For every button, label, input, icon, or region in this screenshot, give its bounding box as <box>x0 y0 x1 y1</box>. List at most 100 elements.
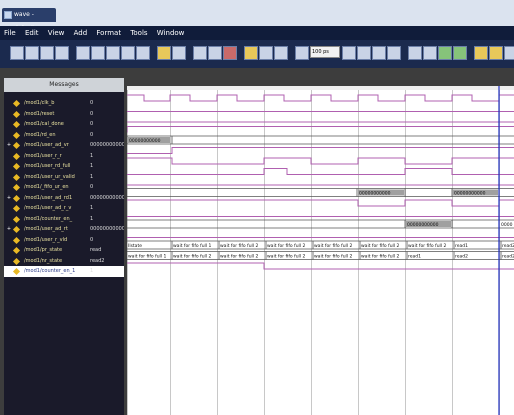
signal-row[interactable]: /mod1/cal_done 0 <box>4 119 124 130</box>
signal-row[interactable]: /mod1/counter_en_ 1 <box>4 214 124 225</box>
signal-value: 00000000000 <box>90 142 124 148</box>
bus-value-label: wait for fifo full 2 <box>220 243 258 249</box>
copy-icon[interactable] <box>91 46 105 60</box>
bus-value-label: wait for fifo full 2 <box>408 243 446 249</box>
restart-icon[interactable] <box>438 46 452 60</box>
wave-display[interactable]: 00000000000 00000000000 00000000000 0000000… <box>127 86 514 415</box>
signal-name: /mod1/user_r_vld <box>24 236 68 243</box>
run-length-field[interactable]: 100 ps <box>310 46 340 58</box>
menu-tools[interactable]: Tools <box>130 29 147 37</box>
run-icon[interactable] <box>342 46 356 60</box>
bus-value-label: wait for fifo full 2 <box>361 243 399 249</box>
signal-row[interactable]: /mod1/rd_en 0 <box>4 130 124 141</box>
menu-add[interactable]: Add <box>74 29 88 37</box>
wave-trace <box>127 157 514 165</box>
signal-name: /mod1/user_ad_rd1 <box>24 194 73 201</box>
wave-icon[interactable] <box>453 46 467 60</box>
edge-prev-icon[interactable] <box>504 46 514 60</box>
signal-name: /mod1/clk_b <box>24 100 55 106</box>
bus-value-label: wait for fifo full 2 <box>314 254 352 260</box>
signal-row[interactable]: /mod1/reset 0 <box>4 109 124 120</box>
open-folder-icon[interactable] <box>25 46 39 60</box>
signal-diamond-icon <box>12 120 21 129</box>
menu-window[interactable]: Window <box>157 29 185 37</box>
compile-icon[interactable] <box>193 46 207 60</box>
paste-icon[interactable] <box>106 46 120 60</box>
signal-row[interactable]: /mod1/_fifo_ur_en 0 <box>4 182 124 193</box>
print-icon[interactable] <box>55 46 69 60</box>
bus-value-label: 00000000000 <box>407 222 439 228</box>
signal-row[interactable]: /mod1/user_rd_full 1 <box>4 161 124 172</box>
stop-icon[interactable] <box>387 46 401 60</box>
menu-format[interactable]: Format <box>96 29 121 37</box>
bus-value-label: 0000 <box>501 222 513 228</box>
signal-row[interactable]: /mod1/counter_en_1 1 <box>4 266 124 277</box>
signal-name: /mod1/counter_en_ <box>24 215 73 222</box>
signal-diamond-icon <box>12 183 21 192</box>
messages-header: Messages <box>4 78 124 92</box>
signal-row[interactable]: /mod1/user_r_vld 0 <box>4 235 124 246</box>
toolbar: 100 ps <box>0 40 514 68</box>
wave-trace <box>127 262 514 270</box>
redo-icon[interactable] <box>136 46 150 60</box>
signal-row[interactable]: /mod1/clk_b 0 <box>4 98 124 109</box>
run-length-icon[interactable] <box>295 46 309 60</box>
bus-value-label: read2 <box>455 254 468 260</box>
signal-row[interactable]: /mod1/nr_state read2 <box>4 256 124 267</box>
bus-value-label: wait for fifo full 2 <box>267 254 305 260</box>
menu-file[interactable]: File <box>4 29 16 37</box>
break-icon[interactable] <box>223 46 237 60</box>
signal-row[interactable]: /mod1/user_ad_r_v 1 <box>4 203 124 214</box>
step-left-icon[interactable] <box>259 46 273 60</box>
select-icon[interactable] <box>172 46 186 60</box>
signal-name: /mod1/user_ad_rt <box>24 226 68 232</box>
signal-row[interactable]: /mod1/user_r_r 1 <box>4 151 124 162</box>
signal-value: read <box>90 247 102 253</box>
step-over-icon[interactable] <box>423 46 437 60</box>
expand-icon[interactable]: + <box>6 140 12 151</box>
step-up-icon[interactable] <box>244 46 258 60</box>
signal-row[interactable]: /mod1/user_ur_valid 1 <box>4 172 124 183</box>
signal-value: 1 <box>90 152 94 159</box>
step-right-icon[interactable] <box>274 46 288 60</box>
undo-icon[interactable] <box>121 46 135 60</box>
cursor-delete-icon[interactable] <box>489 46 503 60</box>
signal-name: /mod1/_fifo_ur_en <box>24 184 69 190</box>
new-file-icon[interactable] <box>10 46 24 60</box>
wave-trace <box>127 199 514 207</box>
signal-name: /mod1/user_rd_full <box>24 163 71 169</box>
save-icon[interactable] <box>40 46 54 60</box>
wave-window: Messages /mod1/clk_b 0/mod1/reset 0/mod1/c… <box>0 68 514 415</box>
signal-name: /mod1/reset <box>24 110 55 117</box>
library-icon[interactable] <box>208 46 222 60</box>
signal-value: 00000000000 <box>90 226 124 232</box>
signal-value: 1 <box>90 215 94 222</box>
signal-row[interactable]: /mod1/pr_state read <box>4 245 124 256</box>
wave-canvas[interactable]: 0000000000000000000000 000000000000000000… <box>127 86 514 415</box>
expand-icon[interactable]: + <box>6 193 12 204</box>
signal-row[interactable]: + /mod1/user_ad_rd1 00000000000 <box>4 193 124 204</box>
run-all-icon[interactable] <box>372 46 386 60</box>
signal-diamond-icon <box>12 173 21 181</box>
menu-view[interactable]: View <box>48 29 65 37</box>
signal-diamond-icon <box>12 257 21 265</box>
bus-value-label: wait for fifo full 2 <box>220 254 258 260</box>
cursor-add-icon[interactable] <box>474 46 488 60</box>
signal-row[interactable]: + /mod1/user_ad_rt 00000000000 <box>4 224 124 235</box>
cut-icon[interactable] <box>76 46 90 60</box>
signal-row[interactable]: + /mod1/user_ad_vr 00000000000 <box>4 140 124 151</box>
app-icon <box>4 11 12 19</box>
signal-diamond-icon <box>12 204 21 213</box>
signal-value: 0 <box>90 110 94 117</box>
menu-edit[interactable]: Edit <box>25 29 39 37</box>
step-icon[interactable] <box>408 46 422 60</box>
bus-value-label: wait for fifo full 1 <box>128 254 166 260</box>
find-icon[interactable] <box>157 46 171 60</box>
signal-value: 1 <box>90 205 94 211</box>
signal-list: /mod1/clk_b 0/mod1/reset 0/mod1/cal_done 0/… <box>4 92 124 415</box>
window-tab[interactable]: wave - default <box>2 8 56 32</box>
continue-icon[interactable] <box>357 46 371 60</box>
expand-icon[interactable]: + <box>6 224 12 235</box>
signal-value: 0 <box>90 131 94 138</box>
signal-name: /mod1/user_ur_valid <box>24 173 75 180</box>
